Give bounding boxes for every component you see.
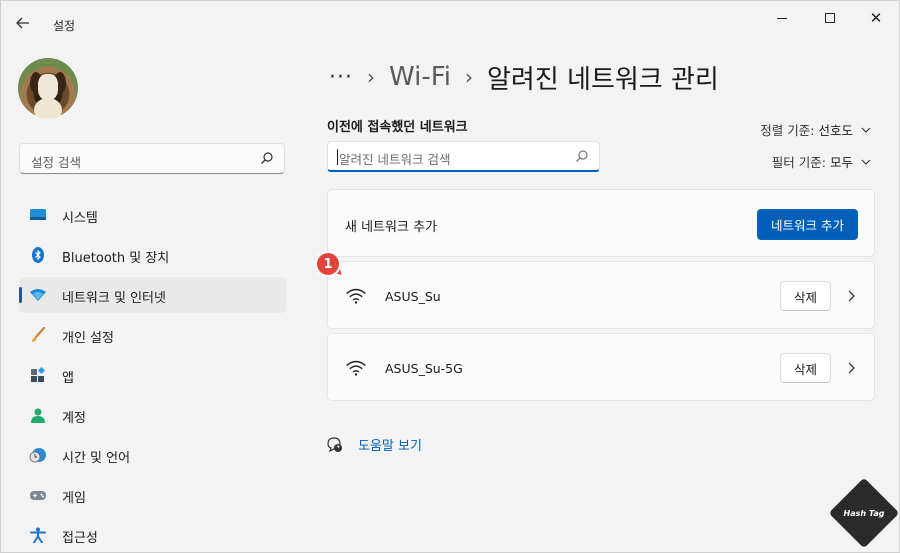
minimize-button[interactable]: [759, 1, 805, 35]
sidebar-item-accessibility[interactable]: 접근성: [19, 517, 286, 553]
brush-icon: [32, 327, 46, 342]
settings-search-input[interactable]: 설정 검색: [19, 143, 285, 174]
network-name: ASUS_Su: [385, 289, 441, 304]
page-title: 알려진 네트워크 관리: [487, 64, 719, 95]
maximize-button[interactable]: [807, 1, 853, 35]
time-language-icon: [29, 448, 46, 463]
watermark-logo: Hash Tag: [828, 477, 900, 549]
sidebar-nav: 시스템 Bluetooth 및 장치 네트워크 및 인터넷 개인 설정 앱 계정…: [19, 197, 286, 553]
chevron-down-icon: [861, 159, 871, 165]
sidebar-item-apps[interactable]: 앱: [19, 357, 286, 393]
help-icon: [327, 436, 342, 452]
settings-search-placeholder: 설정 검색: [31, 155, 81, 170]
back-button[interactable]: [11, 11, 35, 35]
avatar[interactable]: [18, 58, 78, 118]
sidebar-item-network[interactable]: 네트워크 및 인터넷: [19, 277, 286, 313]
search-icon: [261, 152, 273, 164]
add-network-label: 새 네트워크 추가: [345, 220, 437, 235]
sidebar-item-label: 계정: [62, 411, 86, 426]
sidebar-item-personalization[interactable]: 개인 설정: [19, 317, 286, 353]
chevron-down-icon: [861, 127, 871, 133]
sidebar-item-accounts[interactable]: 계정: [19, 397, 286, 433]
close-icon: ✕: [869, 8, 883, 27]
accessibility-icon: [30, 527, 46, 543]
delete-button[interactable]: 삭제: [780, 281, 831, 311]
app-title: 설정: [53, 19, 76, 33]
sidebar-item-bluetooth[interactable]: Bluetooth 및 장치: [19, 237, 286, 273]
filter-label: 필터 기준:: [771, 155, 826, 170]
sidebar-item-gaming[interactable]: 게임: [19, 477, 286, 513]
sidebar-item-label: Bluetooth 및 장치: [62, 251, 170, 266]
watermark-text: Hash Tag: [843, 508, 885, 518]
delete-button[interactable]: 삭제: [780, 353, 831, 383]
section-title: 이전에 접속했던 네트워크: [327, 120, 468, 135]
sidebar-item-label: 네트워크 및 인터넷: [62, 291, 166, 306]
add-network-card: 새 네트워크 추가 네트워크 추가: [327, 189, 875, 257]
settings-window: 설정 ✕ 설정 검색 시스템 Bluetooth 및 장치 네트워크 및 인터넷…: [0, 0, 900, 553]
wifi-icon: [346, 360, 366, 376]
filter-value: 모두: [829, 155, 853, 170]
breadcrumb-more-button[interactable]: ···: [329, 65, 353, 90]
account-icon: [31, 408, 45, 423]
breadcrumb-chevron-icon: ›: [366, 65, 375, 89]
breadcrumb-chevron-icon: ›: [465, 65, 474, 89]
title-bar: 설정 ✕: [1, 1, 900, 37]
system-icon: [30, 209, 46, 220]
breadcrumb: ··· › Wi-Fi › 알려진 네트워크 관리: [329, 57, 719, 97]
help-link-label: 도움말 보기: [358, 439, 422, 454]
wifi-icon: [346, 288, 366, 304]
search-icon: [576, 150, 588, 162]
chevron-right-icon[interactable]: [846, 362, 856, 374]
close-button[interactable]: ✕: [853, 1, 899, 35]
gamepad-icon: [30, 491, 46, 500]
sidebar-item-label: 게임: [62, 491, 86, 506]
network-name: ASUS_Su-5G: [385, 361, 463, 376]
minimize-icon: [777, 17, 787, 19]
sort-dropdown[interactable]: 정렬 기준: 선호도: [760, 120, 871, 139]
breadcrumb-item-wifi[interactable]: Wi-Fi: [389, 62, 451, 92]
network-search-placeholder: 알려진 네트워크 검색: [339, 152, 451, 167]
sort-value: 선호도: [818, 123, 853, 138]
apps-icon: [31, 367, 46, 382]
help-link[interactable]: 도움말 보기: [326, 435, 422, 454]
network-search-input[interactable]: 알려진 네트워크 검색: [327, 141, 600, 172]
network-item[interactable]: ASUS_Su-5G 삭제: [327, 333, 875, 401]
maximize-icon: [825, 13, 835, 23]
sidebar-item-label: 시스템: [62, 211, 98, 226]
sidebar-item-system[interactable]: 시스템: [19, 197, 286, 233]
filter-dropdown[interactable]: 필터 기준: 모두: [772, 152, 871, 171]
arrow-left-icon: [16, 17, 29, 29]
network-item[interactable]: ASUS_Su 삭제: [327, 261, 875, 329]
text-cursor: [337, 149, 338, 165]
sidebar-item-label: 앱: [62, 371, 74, 386]
network-icon: [30, 289, 46, 301]
annotation-badge: 1: [317, 253, 339, 275]
sidebar-item-label: 접근성: [62, 531, 98, 546]
sort-label: 정렬 기준:: [760, 123, 815, 138]
bluetooth-icon: [32, 247, 44, 263]
chevron-right-icon[interactable]: [846, 290, 856, 302]
sidebar-item-time-language[interactable]: 시간 및 언어: [19, 437, 286, 473]
sidebar-item-label: 개인 설정: [62, 331, 114, 346]
add-network-button[interactable]: 네트워크 추가: [757, 209, 858, 240]
sidebar-item-label: 시간 및 언어: [62, 451, 131, 466]
